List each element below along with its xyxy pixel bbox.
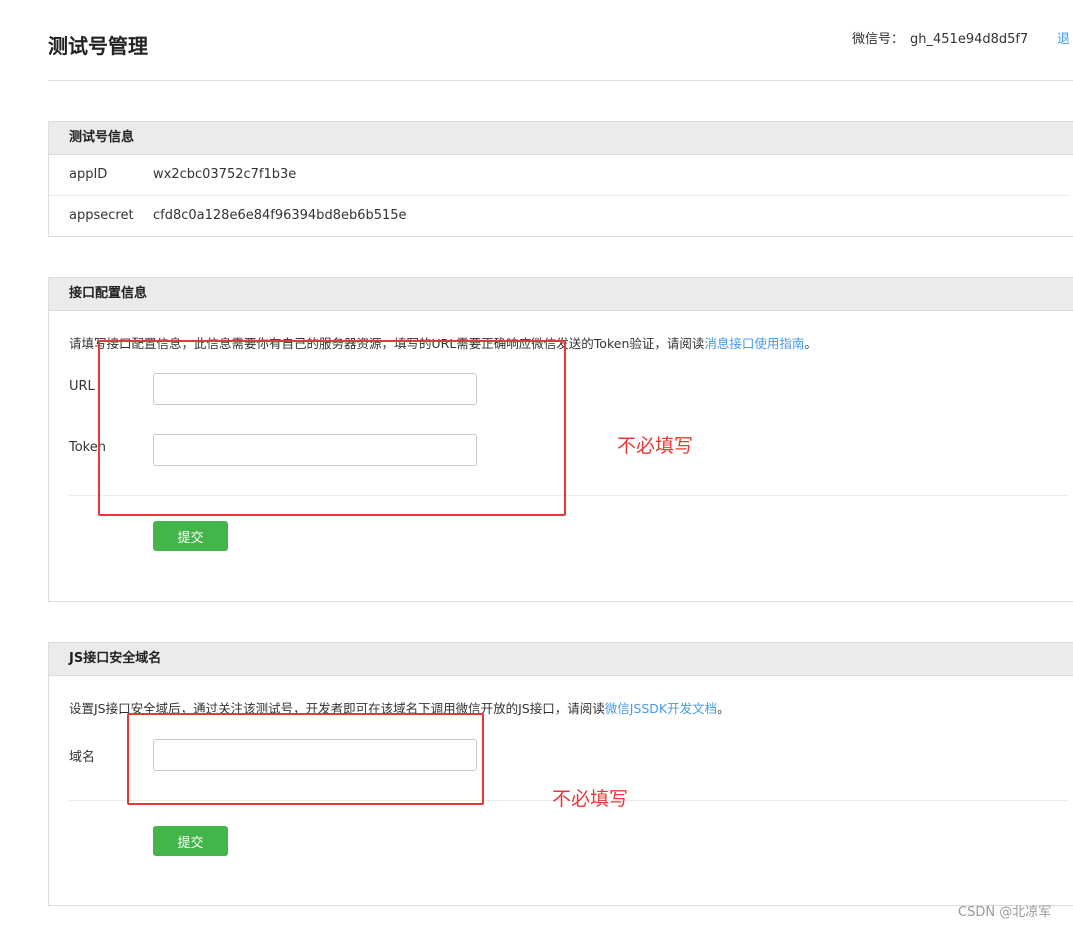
info-row-appid: appID wx2cbc03752c7f1b3e [49,155,1069,196]
annotation-box-js-domain [127,713,484,805]
appid-value: wx2cbc03752c7f1b3e [153,167,297,182]
appsecret-value: cfd8c0a128e6e84f96394bd8eb6b515e [153,208,407,223]
js-domain-submit-button[interactable]: 提交 [153,826,228,856]
js-domain-header: JS接口安全域名 [49,643,1073,676]
message-interface-guide-link[interactable]: 消息接口使用指南 [704,336,804,351]
header-divider [48,80,1073,81]
annotation-note-interface-config: 不必填写 [617,435,694,457]
domain-label: 域名 [69,750,96,765]
logout-link[interactable]: 退 [1057,28,1070,47]
appid-label: appID [69,167,108,182]
test-account-info-panel: 测试号信息 appID wx2cbc03752c7f1b3e appsecret… [48,121,1073,237]
appsecret-label: appsecret [69,208,134,223]
annotation-box-interface-config [98,340,566,516]
test-account-info-header: 测试号信息 [49,122,1073,155]
wechat-account: 微信号： gh_451e94d8d5f7 [852,28,1028,47]
csdn-watermark: CSDN @北凉军 [958,905,1052,920]
page-title: 测试号管理 [48,34,148,58]
info-row-appsecret: appsecret cfd8c0a128e6e84f96394bd8eb6b51… [49,196,1069,236]
url-label: URL [69,379,95,394]
interface-config-submit-button[interactable]: 提交 [153,521,228,551]
wechat-id-label: 微信号： [852,32,905,47]
interface-config-desc-end: 。 [804,336,817,351]
jssdk-docs-link[interactable]: 微信JSSDK开发文档 [605,701,717,716]
wechat-id-value: gh_451e94d8d5f7 [910,32,1029,47]
interface-config-header: 接口配置信息 [49,278,1073,311]
js-domain-desc-end: 。 [717,701,730,716]
annotation-note-js-domain: 不必填写 [552,788,629,810]
